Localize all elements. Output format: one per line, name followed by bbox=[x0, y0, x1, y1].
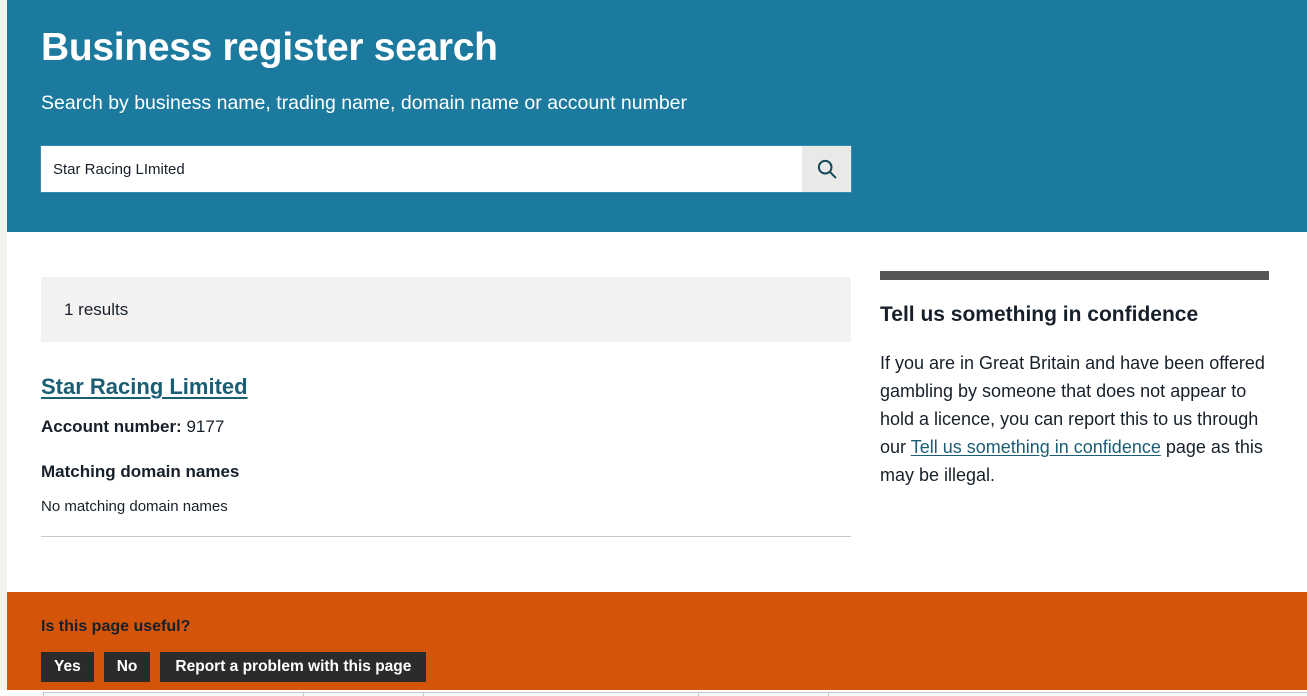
bottom-cutoff-strip bbox=[0, 690, 1307, 696]
results-count-text: 1 results bbox=[64, 299, 129, 319]
aside-top-rule bbox=[880, 271, 1269, 280]
report-problem-button[interactable]: Report a problem with this page bbox=[160, 652, 427, 683]
cutoff-cell bbox=[828, 692, 1307, 696]
feedback-yes-button[interactable]: Yes bbox=[41, 652, 94, 683]
page-header: Business register search Search by busin… bbox=[0, 0, 1307, 232]
feedback-question: Is this page useful? bbox=[41, 618, 191, 635]
main-content: 1 results Star Racing Limited Account nu… bbox=[0, 232, 1307, 592]
search-results-column: 1 results Star Racing Limited Account nu… bbox=[41, 277, 851, 545]
results-count-banner: 1 results bbox=[41, 277, 851, 342]
cutoff-cell bbox=[303, 692, 423, 696]
result-divider bbox=[41, 536, 851, 538]
search-bar bbox=[41, 146, 851, 192]
search-icon bbox=[816, 158, 838, 180]
aside-title: Tell us something in confidence bbox=[880, 303, 1199, 326]
matching-domain-names-value: No matching domain names bbox=[41, 497, 228, 515]
cutoff-cell bbox=[423, 692, 698, 696]
page-subtitle: Search by business name, trading name, d… bbox=[41, 91, 688, 114]
account-number-value: 9177 bbox=[186, 417, 225, 437]
header-left-gutter bbox=[0, 0, 7, 232]
feedback-content: Is this page useful? Yes No Report a pro… bbox=[41, 592, 1281, 683]
matching-domain-names-heading: Matching domain names bbox=[41, 462, 240, 482]
aside-column: Tell us something in confidence If you a… bbox=[880, 271, 1269, 490]
header-content: Business register search Search by busin… bbox=[41, 0, 1281, 116]
search-submit-button[interactable] bbox=[802, 146, 851, 192]
feedback-button-group: Yes No Report a problem with this page bbox=[41, 652, 1281, 683]
account-number-label: Account number: bbox=[41, 417, 182, 437]
tell-us-something-in-confidence-link[interactable]: Tell us something in confidence bbox=[911, 437, 1161, 457]
aside-body: If you are in Great Britain and have bee… bbox=[880, 327, 1269, 489]
page-root: Business register search Search by busin… bbox=[0, 0, 1307, 696]
search-input[interactable] bbox=[41, 146, 802, 192]
result-item: Star Racing Limited Account number: 9177… bbox=[41, 342, 851, 538]
cutoff-cell bbox=[698, 692, 828, 696]
page-title: Business register search bbox=[41, 26, 498, 69]
result-business-name-link[interactable]: Star Racing Limited bbox=[41, 374, 248, 400]
result-account-number: Account number: 9177 bbox=[41, 416, 851, 438]
feedback-left-gutter bbox=[0, 592, 7, 690]
feedback-no-button[interactable]: No bbox=[103, 652, 151, 683]
feedback-bar: Is this page useful? Yes No Report a pro… bbox=[0, 592, 1307, 690]
cutoff-cell bbox=[43, 692, 303, 696]
content-left-gutter bbox=[0, 232, 7, 592]
